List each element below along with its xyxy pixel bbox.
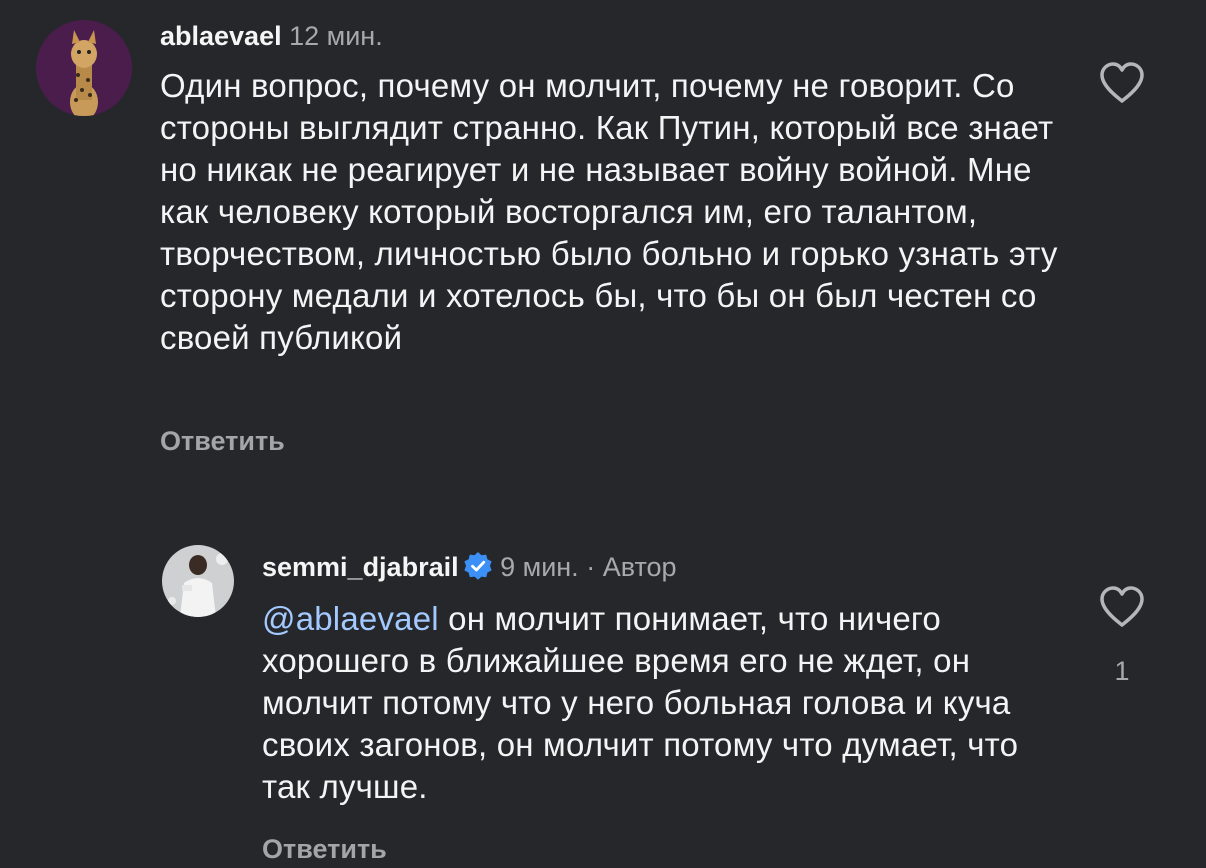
comment-text: Один вопрос, почему он молчит, почему не… xyxy=(160,67,1058,356)
author-badge: Автор xyxy=(602,552,677,582)
like-button[interactable] xyxy=(1098,61,1146,105)
username[interactable]: semmi_djabrail xyxy=(262,552,459,582)
comment-text: @ablaevael он молчит понимает, что ничег… xyxy=(262,598,1022,808)
reply-button[interactable]: Ответить xyxy=(160,424,285,458)
timestamp: 9 мин. xyxy=(500,552,579,582)
meta-separator: · xyxy=(586,552,596,582)
avatar[interactable] xyxy=(36,20,132,116)
like-count: 1 xyxy=(1114,656,1130,686)
comment-meta: semmi_djabrail 9 мин. · Автор xyxy=(262,550,677,584)
username[interactable]: ablaevael xyxy=(160,21,282,51)
avatar[interactable] xyxy=(162,545,234,617)
verified-badge-icon xyxy=(463,551,493,581)
mention-link[interactable]: @ablaevael xyxy=(262,600,439,637)
timestamp: 12 мин. xyxy=(289,21,383,51)
heart-outline-icon xyxy=(1098,585,1146,629)
reply-button[interactable]: Ответить xyxy=(262,832,387,866)
comment-meta: ablaevael 12 мин. xyxy=(160,19,383,53)
heart-outline-icon xyxy=(1098,61,1146,105)
like-button[interactable] xyxy=(1098,585,1146,629)
